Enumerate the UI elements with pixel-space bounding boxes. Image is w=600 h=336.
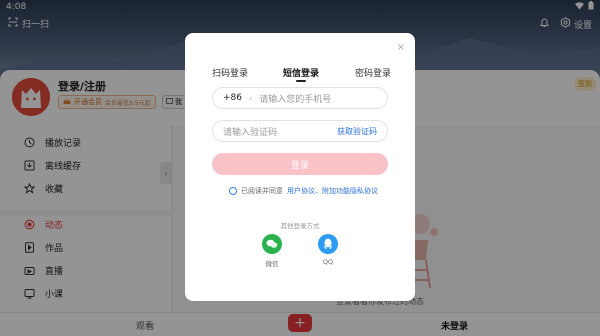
- verification-code-input[interactable]: 请输入验证码 获取验证码: [212, 120, 388, 142]
- login-tabs: 扫码登录 短信登录 密码登录: [185, 66, 415, 82]
- wechat-label: 微信: [265, 260, 279, 268]
- agreement-text: 已阅读并同意: [241, 187, 283, 195]
- phone-placeholder: 请输入您的手机号: [259, 94, 332, 105]
- login-dialog: × 扫码登录 短信登录 密码登录 +86 › 请输入您的手机号 请输入验证码 获…: [185, 33, 415, 301]
- get-code-button[interactable]: 获取验证码: [337, 126, 377, 137]
- other-login-methods-title: 其他登录方式: [280, 222, 320, 230]
- agreement-link[interactable]: 用户协议、附加功能隐私协议: [287, 186, 378, 196]
- close-button[interactable]: ×: [397, 42, 405, 53]
- tab-sms-login[interactable]: 短信登录: [283, 66, 319, 79]
- qq-icon: [318, 234, 338, 254]
- tab-password-login[interactable]: 密码登录: [355, 66, 391, 79]
- wechat-login-button[interactable]: 微信: [260, 234, 284, 268]
- qq-login-button[interactable]: QQ: [316, 234, 340, 266]
- tab-qr-login[interactable]: 扫码登录: [212, 66, 248, 79]
- country-code-select[interactable]: +86: [223, 93, 242, 103]
- close-icon: ×: [396, 42, 405, 53]
- qq-label: QQ: [322, 258, 334, 266]
- wechat-icon: [262, 234, 282, 254]
- agreement-checkbox[interactable]: [229, 187, 237, 195]
- login-button[interactable]: 登录: [212, 153, 388, 175]
- code-placeholder: 请输入验证码: [223, 127, 278, 138]
- agreement-row: 已阅读并同意 用户协议、附加功能隐私协议: [229, 186, 378, 196]
- chevron-right-icon: ›: [249, 93, 253, 103]
- active-tab-indicator: [296, 80, 306, 82]
- phone-input[interactable]: +86 › 请输入您的手机号: [212, 87, 388, 109]
